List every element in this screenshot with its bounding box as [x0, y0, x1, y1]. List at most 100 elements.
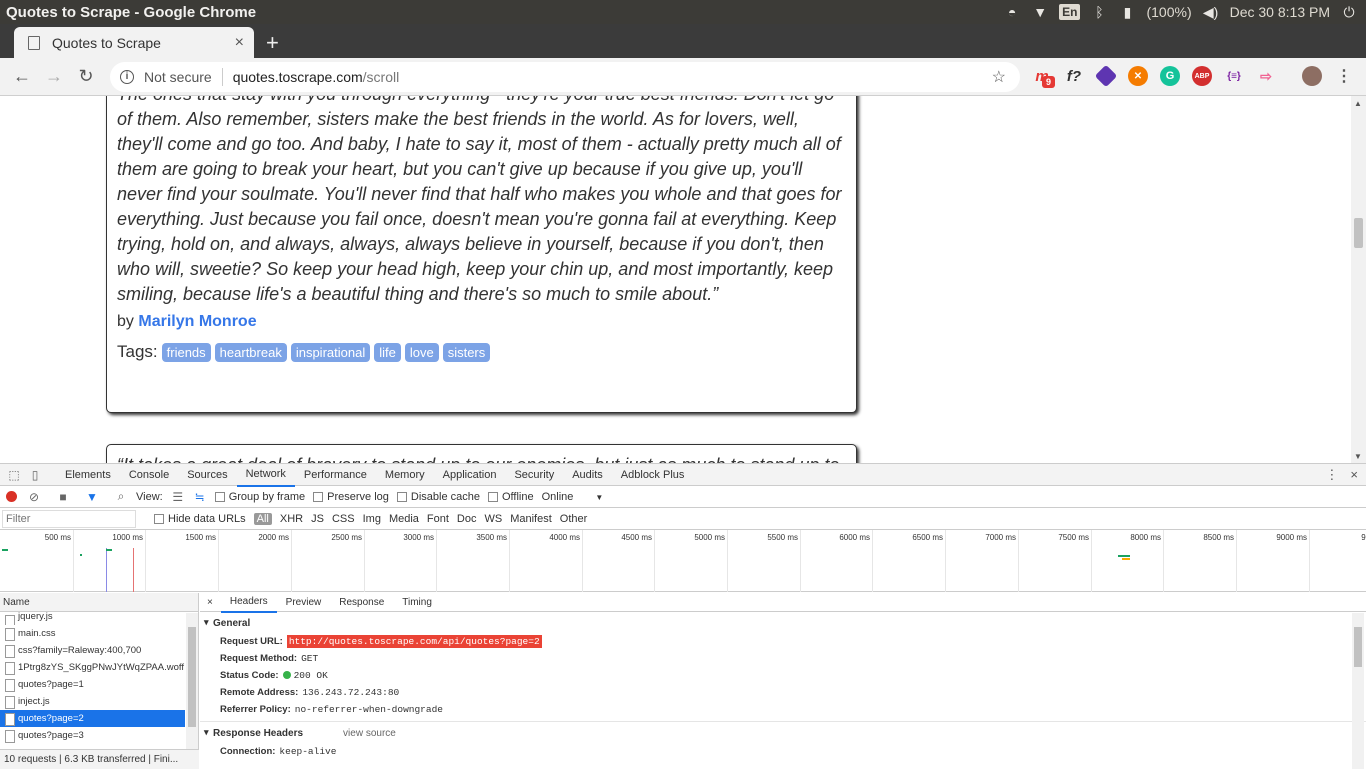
sync-icon[interactable]: ◓: [1003, 3, 1021, 21]
filter-type-css[interactable]: CSS: [332, 513, 355, 525]
throttling-select[interactable]: Online ▼: [542, 491, 604, 503]
waterfall-icon[interactable]: ≒: [193, 490, 207, 504]
request-row[interactable]: main.css: [0, 625, 185, 642]
devtools-tab-performance[interactable]: Performance: [295, 464, 376, 486]
request-row-selected[interactable]: quotes?page=2: [0, 710, 185, 727]
scroll-up-arrow-icon[interactable]: ▲: [1354, 99, 1362, 108]
info-icon[interactable]: i: [120, 70, 134, 84]
tag-link[interactable]: heartbreak: [214, 342, 287, 362]
checkbox-box[interactable]: [154, 513, 164, 524]
devtools-menu-icon[interactable]: ⋮: [1325, 467, 1338, 483]
close-tab-icon[interactable]: ×: [235, 34, 244, 52]
devtools-tab-sources[interactable]: Sources: [178, 464, 236, 486]
bluetooth-icon[interactable]: ᛒ: [1090, 3, 1108, 21]
clear-icon[interactable]: ⊘: [27, 490, 41, 504]
filter-input[interactable]: [2, 509, 136, 528]
request-row[interactable]: quotes?page=3: [0, 727, 185, 744]
extension-cube-icon[interactable]: [1094, 64, 1118, 88]
filter-type-media[interactable]: Media: [389, 513, 419, 525]
capture-screenshots-icon[interactable]: ■: [56, 490, 70, 504]
battery-percentage[interactable]: (100%): [1146, 4, 1191, 20]
filter-type-all[interactable]: All: [253, 512, 272, 525]
checkbox-box[interactable]: [214, 491, 225, 502]
detail-tab-headers[interactable]: Headers: [220, 592, 277, 613]
back-button[interactable]: ←: [6, 66, 38, 87]
response-headers-section-toggle[interactable]: Response Headers view source: [200, 727, 1366, 739]
record-icon[interactable]: [6, 491, 17, 502]
wifi-icon[interactable]: ▼: [1031, 3, 1049, 21]
filter-type-img[interactable]: Img: [363, 513, 381, 525]
group-by-frame-checkbox[interactable]: Group by frame: [214, 491, 305, 503]
forward-button[interactable]: →: [38, 66, 70, 87]
extension-fonts-icon[interactable]: f?: [1064, 66, 1084, 86]
filter-type-manifest[interactable]: Manifest: [510, 513, 552, 525]
devtools-tab-security[interactable]: Security: [505, 464, 563, 486]
devtools-tab-memory[interactable]: Memory: [376, 464, 434, 486]
devtools-tab-elements[interactable]: Elements: [56, 464, 120, 486]
search-icon[interactable]: ⌕: [114, 489, 128, 504]
devtools-tab-audits[interactable]: Audits: [563, 464, 612, 486]
checkbox-box[interactable]: [313, 491, 324, 502]
filter-type-ws[interactable]: WS: [484, 513, 502, 525]
request-list-scrollbar[interactable]: [186, 613, 198, 749]
detail-tab-response[interactable]: Response: [330, 593, 393, 612]
offline-checkbox[interactable]: Offline: [487, 491, 534, 503]
new-tab-button[interactable]: +: [266, 30, 279, 56]
extension-grammarly-icon[interactable]: G: [1160, 66, 1180, 86]
filter-type-doc[interactable]: Doc: [457, 513, 477, 525]
hide-data-urls-checkbox[interactable]: Hide data URLs: [154, 513, 246, 525]
filter-type-font[interactable]: Font: [427, 513, 449, 525]
tag-link[interactable]: friends: [161, 342, 211, 362]
request-list-header[interactable]: Name: [0, 593, 198, 612]
power-icon[interactable]: ⏻: [1340, 3, 1358, 21]
profile-avatar[interactable]: [1302, 66, 1322, 86]
general-section-toggle[interactable]: General: [200, 617, 1366, 629]
request-row[interactable]: css?family=Raleway:400,700: [0, 642, 185, 659]
request-row[interactable]: 1Ptrg8zYS_SKggPNwJYtWqZPAA.woff: [0, 659, 185, 676]
scrollbar-thumb[interactable]: [1354, 218, 1363, 248]
author-link[interactable]: Marilyn Monroe: [138, 313, 256, 330]
disable-cache-checkbox[interactable]: Disable cache: [396, 491, 480, 503]
devtools-close-icon[interactable]: ×: [1350, 467, 1358, 483]
page-scrollbar[interactable]: ▲ ▼: [1351, 96, 1366, 463]
battery-icon[interactable]: ▮: [1118, 3, 1136, 21]
security-indicator[interactable]: Not secure: [144, 69, 212, 85]
tag-link[interactable]: love: [404, 342, 439, 362]
filter-type-xhr[interactable]: XHR: [280, 513, 303, 525]
device-toolbar-icon[interactable]: ▯: [28, 468, 42, 482]
request-row[interactable]: jquery.js: [0, 612, 185, 625]
volume-icon[interactable]: ◀): [1202, 3, 1220, 21]
scrollbar-thumb[interactable]: [1354, 627, 1362, 667]
request-row[interactable]: quotes?page=1: [0, 676, 185, 693]
preserve-log-checkbox[interactable]: Preserve log: [313, 491, 389, 503]
close-detail-icon[interactable]: ×: [200, 597, 221, 608]
checkbox-box[interactable]: [396, 491, 407, 502]
filter-type-js[interactable]: JS: [311, 513, 324, 525]
tag-link[interactable]: life: [374, 342, 401, 362]
network-overview-timeline[interactable]: 500 ms 1000 ms 1500 ms 2000 ms 2500 ms 3000 m…: [0, 530, 1366, 592]
extension-adblock-icon[interactable]: ABP: [1192, 66, 1212, 86]
clock[interactable]: Dec 30 8:13 PM: [1230, 4, 1330, 20]
tag-link[interactable]: inspirational: [290, 342, 371, 362]
tag-link[interactable]: sisters: [442, 342, 491, 362]
devtools-tab-network[interactable]: Network: [236, 463, 295, 487]
keyboard-language-indicator[interactable]: En: [1059, 4, 1081, 20]
view-source-link[interactable]: view source: [343, 728, 396, 739]
detail-tab-preview[interactable]: Preview: [277, 593, 331, 612]
devtools-tab-adblock-plus[interactable]: Adblock Plus: [612, 464, 694, 486]
extension-json-icon[interactable]: {≡}: [1224, 66, 1244, 86]
address-bar[interactable]: i Not secure quotes.toscrape.com/scroll …: [110, 62, 1020, 92]
inspect-element-icon[interactable]: ⬚: [7, 468, 21, 482]
detail-scrollbar[interactable]: [1352, 613, 1364, 769]
devtools-tab-application[interactable]: Application: [434, 464, 506, 486]
scroll-down-arrow-icon[interactable]: ▼: [1354, 452, 1362, 461]
browser-tab[interactable]: Quotes to Scrape ×: [14, 27, 254, 58]
bookmark-star-icon[interactable]: ☆: [992, 67, 1006, 87]
extension-orange-icon[interactable]: ✕: [1128, 66, 1148, 86]
filter-icon[interactable]: ▼: [85, 490, 99, 504]
detail-tab-timing[interactable]: Timing: [393, 593, 441, 612]
reload-button[interactable]: ↻: [70, 66, 102, 87]
scrollbar-thumb[interactable]: [188, 627, 196, 727]
extension-arrow-icon[interactable]: ⇨: [1256, 66, 1276, 86]
checkbox-box[interactable]: [487, 491, 498, 502]
